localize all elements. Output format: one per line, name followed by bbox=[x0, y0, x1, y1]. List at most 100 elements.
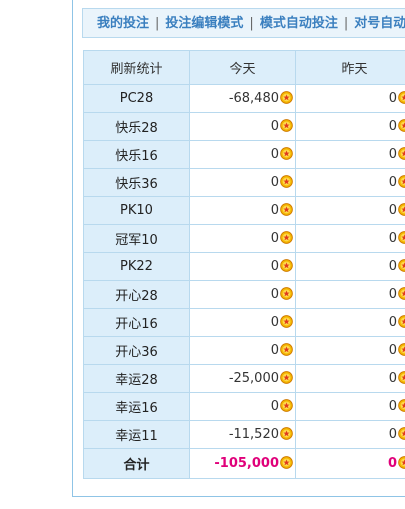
coin-icon bbox=[397, 203, 405, 218]
coin-icon bbox=[279, 315, 293, 330]
coin-icon bbox=[279, 91, 293, 106]
coin-icon bbox=[279, 259, 293, 274]
tab-number-auto-bet[interactable]: 对号自动投 bbox=[354, 16, 405, 31]
coin-icon bbox=[397, 343, 405, 358]
coin-icon bbox=[397, 427, 405, 442]
coin-icon bbox=[279, 203, 293, 218]
coin-icon bbox=[279, 456, 293, 471]
table-row: 开心16 0 0 bbox=[83, 308, 405, 337]
row-label: 幸运11 bbox=[83, 420, 190, 449]
today-value: 0 bbox=[270, 231, 279, 246]
today-value: 0 bbox=[270, 119, 279, 134]
yesterday-value: 0 bbox=[388, 427, 397, 442]
row-label: 快乐36 bbox=[83, 168, 190, 197]
today-value-cell: -11,520 bbox=[189, 420, 296, 449]
row-label: 快乐16 bbox=[83, 140, 190, 169]
coin-icon bbox=[397, 371, 405, 386]
coin-icon bbox=[397, 259, 405, 274]
yesterday-value-cell: 0 bbox=[295, 252, 405, 281]
row-label: 幸运16 bbox=[83, 392, 190, 421]
today-value: 0 bbox=[270, 287, 279, 302]
coin-icon bbox=[397, 231, 405, 246]
yesterday-value: 0 bbox=[388, 147, 397, 162]
yesterday-value: 0 bbox=[388, 91, 397, 106]
yesterday-value: 0 bbox=[388, 203, 397, 218]
row-label: 合计 bbox=[83, 448, 190, 479]
coin-icon bbox=[279, 427, 293, 442]
yesterday-value: 0 bbox=[388, 119, 397, 134]
yesterday-value: 0 bbox=[388, 343, 397, 358]
yesterday-value: 0 bbox=[388, 287, 397, 302]
tab-my-bets[interactable]: 我的投注 bbox=[97, 16, 149, 31]
coin-icon bbox=[279, 399, 293, 414]
table-row: 开心28 0 0 bbox=[83, 280, 405, 309]
today-value: -68,480 bbox=[228, 91, 279, 106]
table-row: 快乐36 0 0 bbox=[83, 168, 405, 197]
yesterday-value-cell: 0 bbox=[295, 308, 405, 337]
today-value-cell: 0 bbox=[189, 112, 296, 141]
today-value-cell: 0 bbox=[189, 140, 296, 169]
yesterday-value-cell: 0 bbox=[295, 448, 405, 479]
today-value: 0 bbox=[270, 343, 279, 358]
table-row: 快乐16 0 0 bbox=[83, 140, 405, 169]
yesterday-value: 0 bbox=[388, 315, 397, 330]
today-value: -105,000 bbox=[214, 456, 279, 471]
today-value: 0 bbox=[270, 259, 279, 274]
yesterday-value: 0 bbox=[388, 259, 397, 274]
row-label: 开心36 bbox=[83, 336, 190, 365]
today-value-cell: 0 bbox=[189, 196, 296, 225]
today-value-cell: 0 bbox=[189, 308, 296, 337]
coin-icon bbox=[279, 231, 293, 246]
table-row: 幸运28 -25,000 0 bbox=[83, 364, 405, 393]
today-value: 0 bbox=[270, 315, 279, 330]
table-total-row: 合计 -105,000 0 bbox=[83, 448, 405, 479]
tab-separator: | bbox=[343, 16, 349, 31]
today-value: 0 bbox=[270, 203, 279, 218]
tab-bar: 我的投注 | 投注编辑模式 | 模式自动投注 | 对号自动投 bbox=[82, 8, 405, 38]
column-header-refresh-stats[interactable]: 刷新统计 bbox=[83, 50, 190, 85]
tab-auto-mode-bet[interactable]: 模式自动投注 bbox=[260, 16, 338, 31]
row-label: PK22 bbox=[83, 252, 190, 281]
table-row: 幸运16 0 0 bbox=[83, 392, 405, 421]
today-value-cell: 0 bbox=[189, 168, 296, 197]
table-row: 幸运11 -11,520 0 bbox=[83, 420, 405, 449]
today-value-cell: 0 bbox=[189, 392, 296, 421]
row-label: PC28 bbox=[83, 84, 190, 113]
yesterday-value-cell: 0 bbox=[295, 84, 405, 113]
stats-table: 刷新统计 今天 昨天 PC28 -68,480 0 快乐28 0 0 快乐16 0 0 快乐36 0… bbox=[83, 50, 405, 479]
tab-bet-edit-mode[interactable]: 投注编辑模式 bbox=[165, 16, 243, 31]
yesterday-value-cell: 0 bbox=[295, 140, 405, 169]
yesterday-value: 0 bbox=[388, 175, 397, 190]
table-header-row: 刷新统计 今天 昨天 bbox=[83, 50, 405, 85]
yesterday-value: 0 bbox=[387, 456, 397, 471]
table-row: 快乐28 0 0 bbox=[83, 112, 405, 141]
row-label: 幸运28 bbox=[83, 364, 190, 393]
coin-icon bbox=[397, 147, 405, 162]
yesterday-value-cell: 0 bbox=[295, 420, 405, 449]
column-header-yesterday: 昨天 bbox=[295, 50, 405, 85]
today-value: 0 bbox=[270, 175, 279, 190]
table-row: 冠军10 0 0 bbox=[83, 224, 405, 253]
table-row: PK10 0 0 bbox=[83, 196, 405, 225]
coin-icon bbox=[279, 119, 293, 134]
today-value-cell: 0 bbox=[189, 280, 296, 309]
coin-icon bbox=[397, 119, 405, 134]
yesterday-value-cell: 0 bbox=[295, 224, 405, 253]
today-value-cell: 0 bbox=[189, 252, 296, 281]
row-label: 冠军10 bbox=[83, 224, 190, 253]
row-label: 开心28 bbox=[83, 280, 190, 309]
today-value-cell: 0 bbox=[189, 336, 296, 365]
row-label: 快乐28 bbox=[83, 112, 190, 141]
yesterday-value: 0 bbox=[388, 231, 397, 246]
coin-icon bbox=[397, 456, 405, 471]
yesterday-value: 0 bbox=[388, 371, 397, 386]
yesterday-value-cell: 0 bbox=[295, 364, 405, 393]
table-row: PC28 -68,480 0 bbox=[83, 84, 405, 113]
today-value: -11,520 bbox=[228, 427, 279, 442]
today-value: 0 bbox=[270, 399, 279, 414]
yesterday-value-cell: 0 bbox=[295, 168, 405, 197]
coin-icon bbox=[279, 147, 293, 162]
coin-icon bbox=[397, 315, 405, 330]
yesterday-value-cell: 0 bbox=[295, 196, 405, 225]
column-header-today: 今天 bbox=[189, 50, 296, 85]
